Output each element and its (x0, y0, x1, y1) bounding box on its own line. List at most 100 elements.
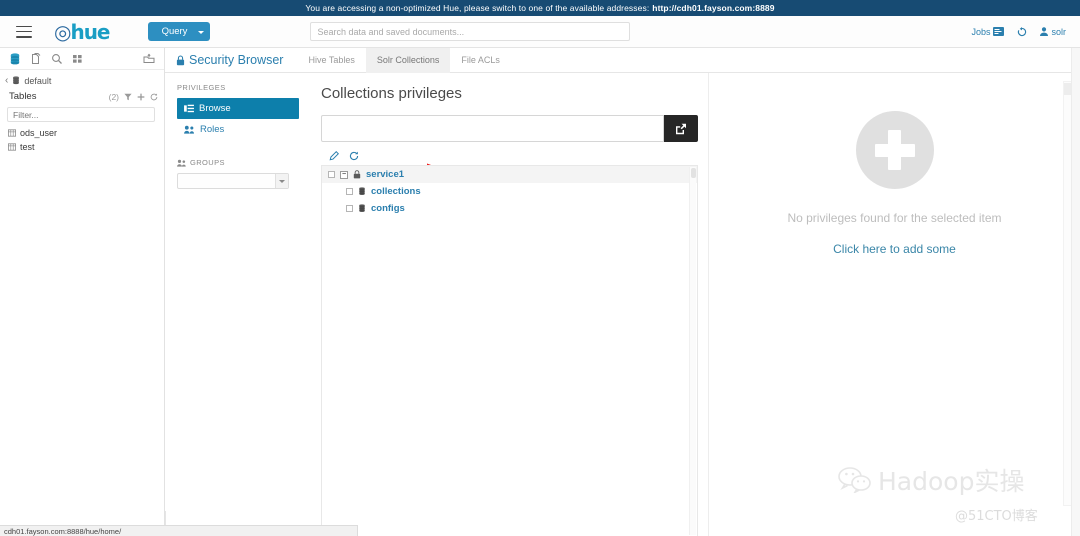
assist-table-item[interactable]: test (0, 140, 164, 154)
documents-icon[interactable] (30, 52, 42, 65)
sidebar-item-roles[interactable]: Roles (177, 119, 299, 140)
tab-solr-collections[interactable]: Solr Collections (365, 47, 451, 73)
tab-file-acls[interactable]: File ACLs (450, 48, 511, 73)
user-label: solr (1051, 26, 1066, 37)
tab-label: File ACLs (461, 55, 500, 65)
collections-privileges-panel: Collections privileges − service1 collec… (307, 73, 708, 536)
assist-tab-bar (0, 48, 164, 70)
privileges-header-label: PRIVILEGES (177, 83, 226, 92)
tree-checkbox[interactable] (346, 205, 353, 212)
browse-icon (184, 104, 194, 113)
tree-row[interactable]: collections (322, 183, 697, 200)
tree-row-label: configs (371, 203, 405, 214)
database-small-icon (13, 76, 20, 85)
tables-header-row: Tables (2) (0, 89, 164, 104)
collection-path-input[interactable] (321, 115, 664, 142)
tree-scrollbar[interactable] (689, 167, 696, 535)
user-icon (1040, 27, 1049, 36)
collection-path-row (321, 115, 698, 142)
non-optimized-warning-banner: You are accessing a non-optimized Hue, p… (0, 0, 1080, 16)
search-icon[interactable] (51, 53, 63, 65)
apps-grid-icon[interactable] (72, 53, 84, 65)
hamburger-icon[interactable] (16, 25, 32, 38)
privileges-scrollbar-thumb[interactable] (1064, 83, 1071, 95)
tables-header-actions: (2) (109, 92, 158, 102)
assist-table-label: test (20, 142, 35, 152)
edit-icon[interactable] (329, 151, 339, 161)
tree-checkbox[interactable] (346, 188, 353, 195)
query-button[interactable]: Query (147, 22, 210, 41)
back-chevron-icon[interactable]: ‹ (5, 75, 8, 86)
plus-circle-icon (855, 111, 934, 189)
groups-header-label: GROUPS (190, 158, 225, 167)
add-privilege-link[interactable]: Click here to add some (833, 242, 956, 256)
lock-icon (176, 54, 185, 65)
refresh-icon[interactable] (150, 92, 158, 101)
user-menu[interactable]: solr (1040, 27, 1066, 37)
hue-logo-text: hue (70, 19, 110, 44)
tree-scrollbar-thumb[interactable] (690, 168, 696, 178)
sidebar-item-label: Browse (199, 103, 231, 114)
security-body: PRIVILEGES Browse Roles GROUPS Collectio… (165, 48, 1080, 536)
privileges-empty-state: No privileges found for the selected ite… (708, 73, 1080, 536)
global-search (309, 22, 630, 42)
groups-select[interactable] (177, 173, 289, 189)
upload-folder-icon[interactable] (143, 53, 155, 65)
lock-icon (353, 170, 361, 179)
assist-panel: ‹ default Tables (2) Filter... ods_user … (0, 48, 165, 536)
tab-label: Solr Collections (376, 55, 440, 65)
tree-toolbar (321, 149, 698, 165)
search-input[interactable] (309, 22, 630, 42)
assist-table-label: ods_user (20, 128, 58, 138)
groups-icon (177, 159, 186, 167)
security-main: Security Browser Hive Tables Solr Collec… (165, 47, 1080, 536)
roles-icon (184, 125, 194, 134)
table-icon (8, 129, 16, 137)
database-icon[interactable] (9, 52, 21, 65)
security-header: Security Browser Hive Tables Solr Collec… (165, 47, 1080, 73)
tree-row[interactable]: configs (322, 200, 697, 217)
history-link[interactable] (1017, 26, 1027, 37)
query-button-label: Query (161, 26, 188, 37)
status-bar: cdh01.fayson.com:8888/hue/home/ (0, 525, 358, 536)
hue-security-browser-page: You are accessing a non-optimized Hue, p… (0, 0, 1080, 536)
assist-table-list: ods_user test (0, 126, 164, 154)
privileges-header: PRIVILEGES (177, 83, 299, 92)
table-icon (8, 143, 16, 151)
empty-state-message: No privileges found for the selected ite… (787, 211, 1002, 225)
security-title-label: Security Browser (189, 53, 284, 67)
chevron-down-icon[interactable] (275, 174, 288, 188)
status-divider (165, 511, 166, 525)
jobs-icon (993, 27, 1005, 36)
hue-logo[interactable]: ◎ hue (54, 19, 111, 44)
content-area: ‹ default Tables (2) Filter... ods_user … (0, 47, 1080, 536)
page-scrollbar[interactable] (1071, 48, 1080, 536)
banner-message: You are accessing a non-optimized Hue, p… (305, 3, 650, 13)
privileges-sidebar: PRIVILEGES Browse Roles GROUPS (165, 73, 307, 536)
tab-hive-tables[interactable]: Hive Tables (297, 48, 365, 73)
filter-icon[interactable] (124, 93, 132, 101)
tables-label: Tables (9, 91, 37, 102)
tables-count: (2) (108, 91, 119, 102)
sidebar-item-label: Roles (200, 124, 225, 135)
jobs-link[interactable]: Jobs (971, 27, 1005, 37)
tree-row-label: collections (371, 186, 421, 197)
tree-row-label: service1 (366, 169, 405, 180)
tree-row[interactable]: − service1 (322, 166, 697, 183)
assist-filter-input[interactable] (7, 107, 155, 122)
sidebar-item-browse[interactable]: Browse (177, 98, 299, 119)
tab-label: Hive Tables (308, 55, 355, 65)
groups-header: GROUPS (177, 158, 299, 167)
hue-logo-mark: ◎ (54, 19, 71, 44)
banner-address[interactable]: http://cdh01.fayson.com:8889 (652, 3, 774, 13)
collapse-icon[interactable]: − (340, 170, 348, 179)
chevron-down-icon (197, 30, 204, 34)
open-external-button[interactable] (664, 115, 698, 142)
refresh-icon[interactable] (349, 151, 359, 161)
tree-checkbox[interactable] (328, 171, 335, 178)
plus-icon[interactable] (137, 93, 145, 101)
assist-breadcrumb[interactable]: ‹ default (0, 70, 164, 89)
page-title: Collections privileges (321, 85, 462, 102)
assist-table-item[interactable]: ods_user (0, 126, 164, 140)
security-browser-title[interactable]: Security Browser (176, 53, 297, 67)
